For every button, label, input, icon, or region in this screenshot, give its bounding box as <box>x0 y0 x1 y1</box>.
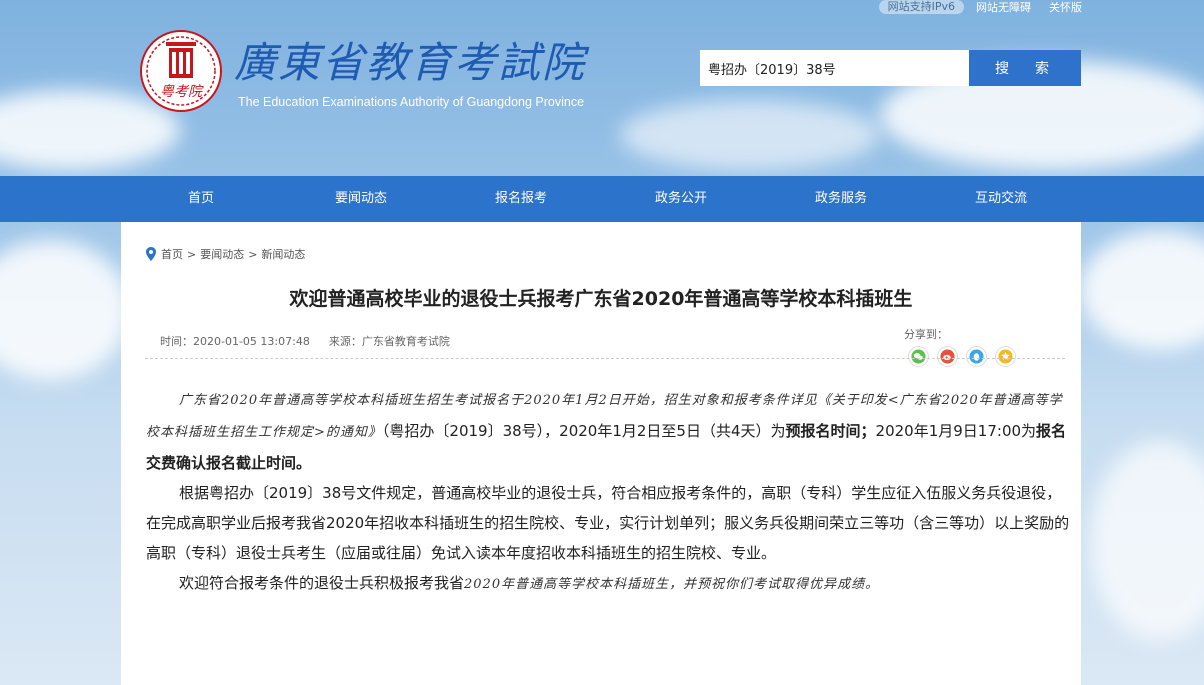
site-name-cn: 廣東省教育考試院 <box>234 38 587 87</box>
paragraph-1-part-b: （粤招办〔2019〕38号），2020年1月2日至5日（共4天）为 <box>381 422 786 440</box>
svg-text:粤考院: 粤考院 <box>160 84 204 100</box>
nav-item-interaction[interactable]: 互动交流 <box>921 176 1081 222</box>
site-header: 网站支持IPv6 网站无障碍 关怀版 粤考院 廣東省教育考試院 The Educ… <box>0 0 1204 176</box>
cloud-decoration <box>0 240 130 380</box>
breadcrumb-separator: > <box>248 247 258 261</box>
qq-icon[interactable] <box>966 346 987 367</box>
article-source: 来源：广东省教育考试院 <box>328 335 450 348</box>
paragraph-2: 根据粤招办〔2019〕38号文件规定，普通高校毕业的退役士兵，符合相应报考条件的… <box>146 484 1070 562</box>
paragraph-3: 欢迎符合报考条件的退役士兵积极报考我省2020年普通高等学校本科插班生，并预祝你… <box>146 568 1071 600</box>
paragraph-3-part-a: 欢迎符合报考条件的退役士兵积极报考我省 <box>179 574 465 592</box>
breadcrumb-home[interactable]: 首页 <box>161 246 183 262</box>
search-input[interactable] <box>700 50 969 86</box>
share-label: 分享到： <box>904 328 948 341</box>
breadcrumb: 首页 > 要闻动态 > 新闻动态 <box>145 246 305 262</box>
seal-logo-icon: 粤考院 <box>140 30 222 112</box>
accessibility-link[interactable]: 网站无障碍 <box>970 0 1037 15</box>
wechat-icon[interactable] <box>908 346 929 367</box>
paragraph-3-part-b: 2020年普通高等学校本科插班生，并预祝你们考试取得优异成绩。 <box>464 577 880 592</box>
site-name-en: The Education Examinations Authority of … <box>238 95 585 109</box>
article-panel: 首页 > 要闻动态 > 新闻动态 欢迎普通高校毕业的退役士兵报考广东省2020年… <box>121 222 1081 685</box>
elder-mode-link[interactable]: 关怀版 <box>1043 0 1088 15</box>
breadcrumb-current[interactable]: 新闻动态 <box>261 246 305 262</box>
search-bar: 搜 索 <box>700 50 1081 86</box>
share-bar: 分享到： <box>904 326 1016 367</box>
meta-divider <box>145 358 1065 359</box>
location-pin-icon <box>146 247 156 261</box>
publish-time: 时间：2020-01-05 13:07:48 <box>160 335 310 348</box>
cloud-decoration <box>1080 230 1204 350</box>
ipv6-badge: 网站支持IPv6 <box>878 0 964 14</box>
nav-item-gov-info[interactable]: 政务公开 <box>601 176 761 222</box>
top-utility-bar: 网站支持IPv6 网站无障碍 关怀版 <box>878 0 1088 15</box>
paragraph-1: 广东省2020年普通高等学校本科插班生招生考试报名于2020年1月2日开始，招生… <box>146 384 1071 478</box>
article-title: 欢迎普通高校毕业的退役士兵报考广东省2020年普通高等学校本科插班生 <box>289 288 913 310</box>
nav-item-gov-service[interactable]: 政务服务 <box>761 176 921 222</box>
qzone-icon[interactable] <box>995 346 1016 367</box>
weibo-icon[interactable] <box>937 346 958 367</box>
cloud-decoration <box>1090 440 1204 640</box>
nav-item-news[interactable]: 要闻动态 <box>281 176 441 222</box>
breadcrumb-news[interactable]: 要闻动态 <box>200 246 244 262</box>
paragraph-1-part-c: 2020年1月9日17:00为 <box>875 422 1037 440</box>
nav-item-home[interactable]: 首页 <box>121 176 281 222</box>
search-button[interactable]: 搜 索 <box>969 50 1081 86</box>
breadcrumb-separator: > <box>187 247 197 261</box>
nav-item-registration[interactable]: 报名报考 <box>441 176 601 222</box>
paragraph-1-bold-1: 预报名时间； <box>785 422 876 440</box>
article-body: 广东省2020年普通高等学校本科插班生招生考试报名于2020年1月2日开始，招生… <box>146 384 1071 600</box>
article-meta: 时间：2020-01-05 13:07:48 来源：广东省教育考试院 <box>160 333 450 349</box>
main-nav: 首页 要闻动态 报名报考 政务公开 政务服务 互动交流 <box>0 176 1204 222</box>
